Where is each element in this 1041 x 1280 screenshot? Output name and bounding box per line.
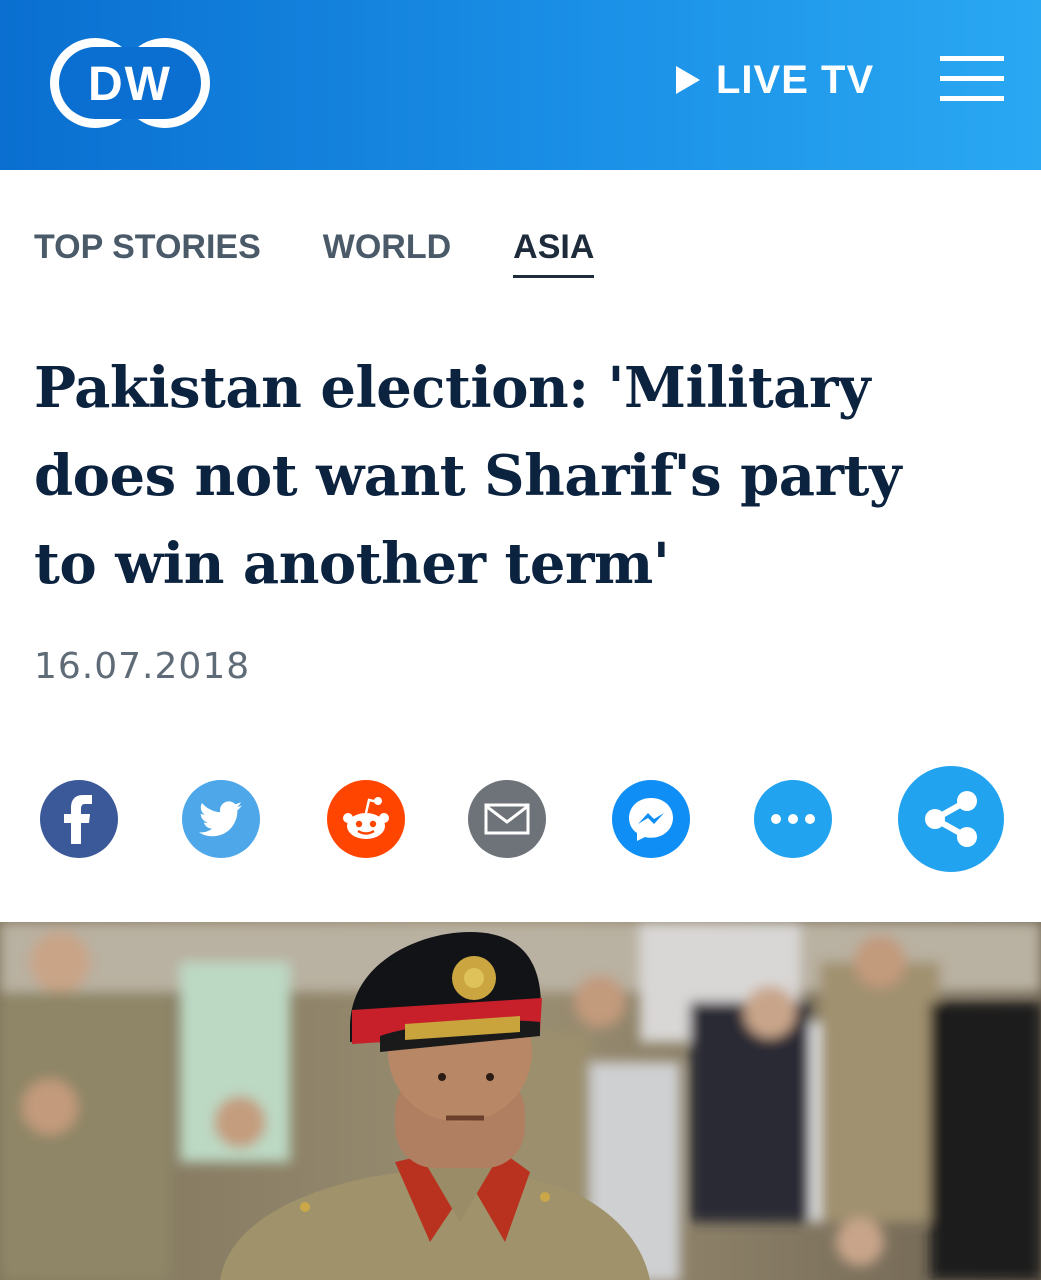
reddit-share-button[interactable] — [327, 780, 405, 858]
article-title: Pakistan election: 'Military does not wa… — [34, 344, 994, 608]
title-line: does not want Sharif's party — [34, 443, 902, 509]
more-share-button[interactable] — [754, 780, 832, 858]
nav-asia[interactable]: ASIA — [513, 228, 595, 278]
messenger-icon — [629, 798, 673, 841]
share-icon — [925, 791, 977, 847]
mail-icon — [484, 803, 530, 835]
reddit-icon — [343, 797, 389, 839]
title-line: Pakistan election: 'Military — [34, 355, 871, 421]
dw-logo[interactable]: DW — [48, 36, 212, 130]
live-tv-button[interactable]: LIVE TV — [676, 52, 874, 108]
menu-icon[interactable] — [940, 56, 1004, 102]
top-header: DW LIVE TV — [0, 0, 1041, 170]
svg-text:DW: DW — [88, 58, 172, 111]
facebook-share-button[interactable] — [40, 780, 118, 858]
email-share-button[interactable] — [468, 780, 546, 858]
nav-top-stories[interactable]: TOP STORIES — [34, 228, 261, 278]
twitter-share-button[interactable] — [182, 780, 260, 858]
facebook-icon — [64, 795, 92, 844]
messenger-share-button[interactable] — [612, 780, 690, 858]
ellipsis-icon — [771, 814, 815, 824]
play-icon — [676, 66, 700, 94]
live-tv-label: LIVE TV — [716, 57, 875, 102]
share-bar — [0, 760, 1041, 880]
article-date: 16.07.2018 — [34, 646, 251, 687]
nav-world[interactable]: WORLD — [323, 228, 451, 278]
share-button[interactable] — [898, 766, 1004, 872]
section-nav: TOP STORIES WORLD ASIA — [34, 228, 656, 278]
twitter-icon — [199, 801, 242, 837]
article-photo — [0, 922, 1041, 1280]
title-line: to win another term' — [34, 531, 670, 597]
